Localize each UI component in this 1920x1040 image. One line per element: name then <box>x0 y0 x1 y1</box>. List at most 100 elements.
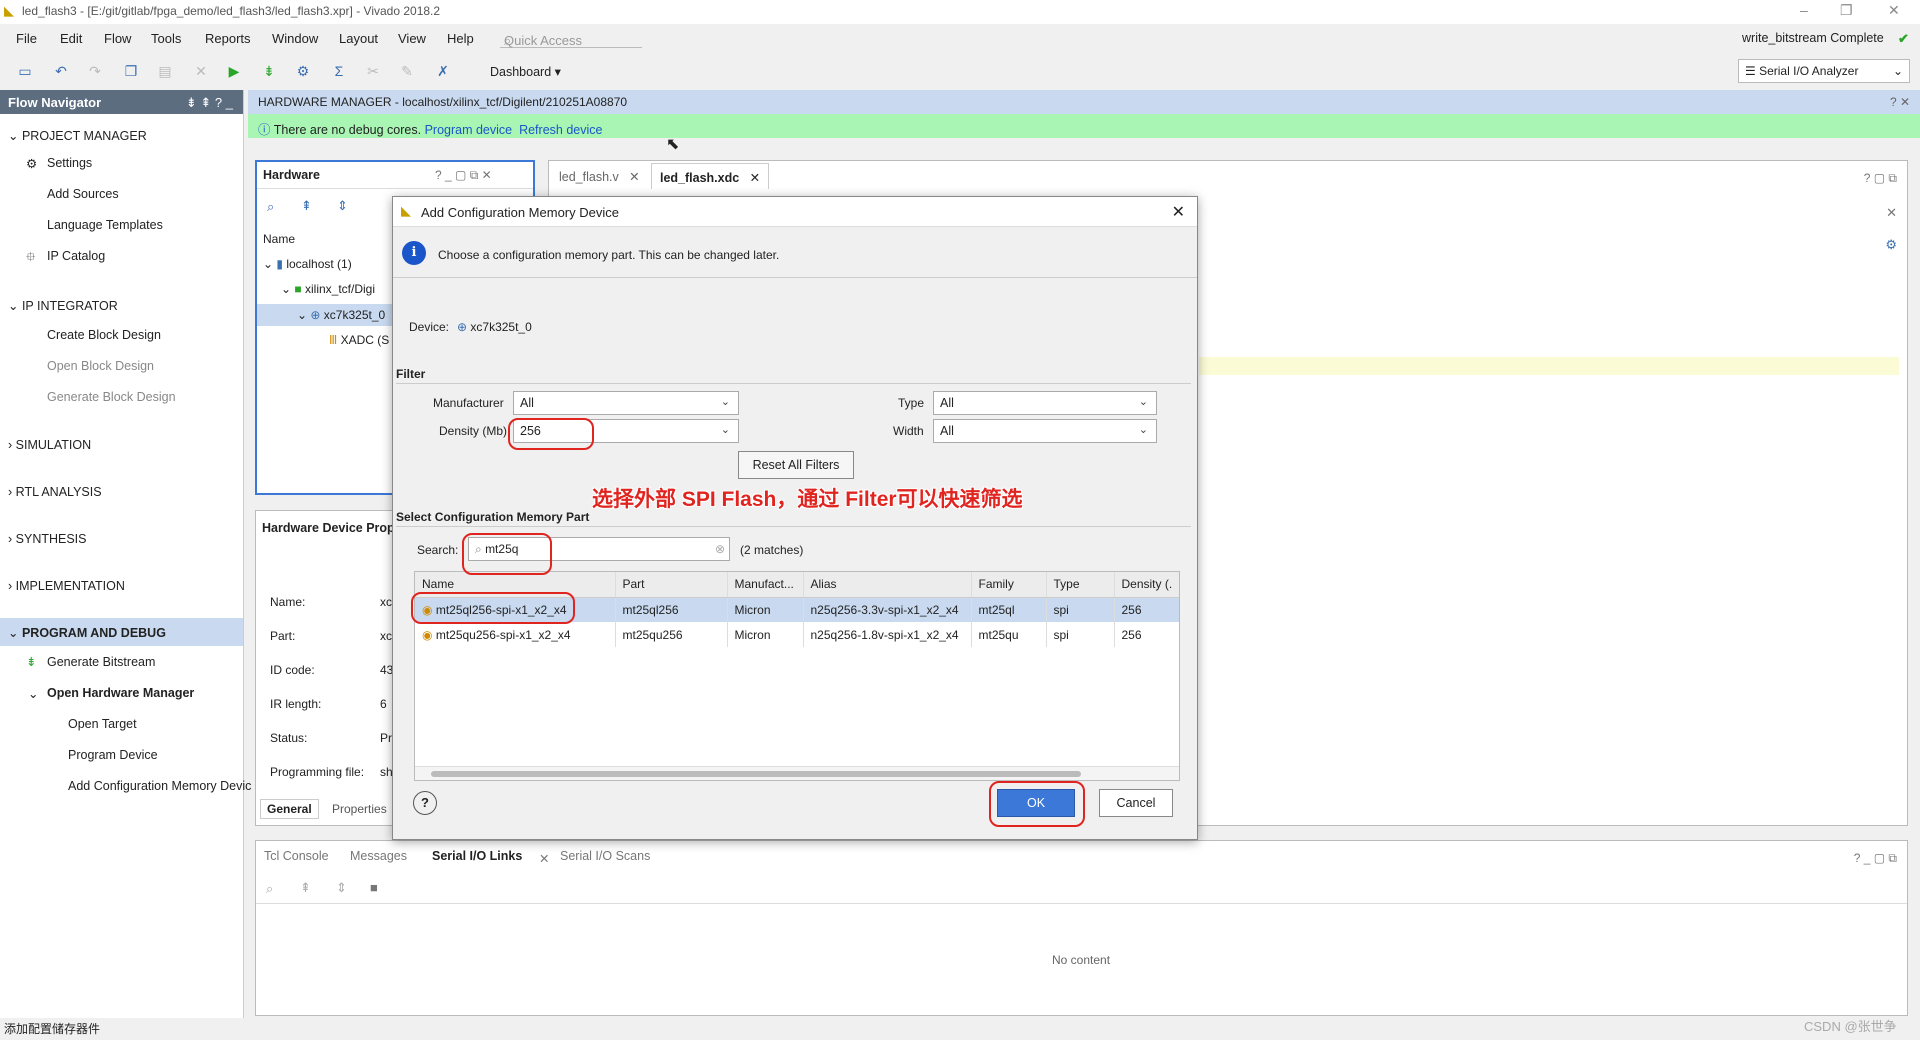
restore-icon[interactable]: ❐ <box>1840 2 1853 19</box>
tab-properties[interactable]: Properties <box>332 802 387 816</box>
cancel-button[interactable]: Cancel <box>1099 789 1173 817</box>
program-device-link[interactable]: Program device <box>425 123 513 137</box>
undo-icon[interactable]: ↶ <box>52 62 70 80</box>
reset-filters-button[interactable]: Reset All Filters <box>738 451 854 479</box>
section-simulation[interactable]: › SIMULATION <box>8 438 91 452</box>
close-icon[interactable]: ✕ <box>1888 2 1900 19</box>
dialog-close-icon[interactable]: ✕ <box>1172 202 1185 222</box>
status-bar-text: 添加配置储存器件 <box>4 1022 101 1036</box>
paste-icon[interactable]: ▤ <box>156 62 174 80</box>
redo-icon[interactable]: ↷ <box>86 62 104 80</box>
sigma-icon[interactable]: Σ <box>330 62 348 80</box>
minimize-icon[interactable]: – <box>1800 2 1808 18</box>
delete-icon[interactable]: ✕ <box>192 62 210 80</box>
tab-general[interactable]: General <box>260 799 319 819</box>
tree-localhost[interactable]: ⌄ ▮ localhost (1) <box>263 257 352 271</box>
section-rtl-analysis[interactable]: › RTL ANALYSIS <box>8 485 102 499</box>
menu-layout[interactable]: Layout <box>339 31 378 46</box>
layout-select[interactable]: ☰ Serial I/O Analyzer ⌄ <box>1738 59 1910 83</box>
filter-label: Filter <box>396 367 426 381</box>
tab-tcl-console[interactable]: Tcl Console <box>264 849 329 863</box>
refresh-device-link[interactable]: Refresh device <box>519 123 602 137</box>
menu-reports[interactable]: Reports <box>205 31 251 46</box>
nav-program-device[interactable]: Program Device <box>68 748 158 762</box>
menu-view[interactable]: View <box>398 31 426 46</box>
menu-help[interactable]: Help <box>447 31 474 46</box>
tab-serial-io-links[interactable]: Serial I/O Links <box>432 849 522 863</box>
tool-icon[interactable]: ✂ <box>364 62 382 80</box>
settings-icon[interactable]: ⚙ <box>294 62 312 80</box>
dashboard-button[interactable]: Dashboard ▾ <box>490 64 561 79</box>
nav-open-target[interactable]: Open Target <box>68 717 137 731</box>
nav-add-config-memory[interactable]: Add Configuration Memory Devic <box>68 779 251 793</box>
tab-led-flash-v[interactable]: led_flash.v ✕ <box>559 169 640 184</box>
tree-label: localhost (1) <box>286 257 352 271</box>
clear-icon[interactable]: ⊗ <box>715 542 725 556</box>
menu-flow[interactable]: Flow <box>104 31 131 46</box>
menu-tools[interactable]: Tools <box>151 31 181 46</box>
panel-controls-icon[interactable]: ? _ ▢ ⧉ <box>1854 851 1897 866</box>
col-manufacturer[interactable]: Manufact... <box>727 572 804 598</box>
nav-generate-block-design[interactable]: Generate Block Design <box>47 390 176 404</box>
col-family[interactable]: Family <box>971 572 1047 598</box>
run-icon[interactable]: ▶ <box>225 62 243 80</box>
cancel-run-icon[interactable]: ✗ <box>434 62 452 80</box>
manufacturer-select[interactable]: All ⌄ <box>513 391 739 415</box>
section-project-manager[interactable]: ⌄ PROJECT MANAGER <box>8 128 147 143</box>
nav-settings[interactable]: Settings <box>47 156 92 170</box>
help-icon[interactable]: ? <box>413 791 437 815</box>
panel-controls-icon[interactable]: ? ▢ ⧉ <box>1864 171 1897 186</box>
tab-messages[interactable]: Messages <box>350 849 407 863</box>
tree-xadc[interactable]: Ⅲ XADC (S <box>329 333 389 347</box>
gear-icon[interactable]: ⚙ <box>1885 237 1897 253</box>
nav-open-block-design[interactable]: Open Block Design <box>47 359 154 373</box>
close-icon[interactable]: ✕ <box>1886 205 1897 221</box>
panel-controls-icon[interactable]: ? _ ▢ ⧉ ✕ <box>435 168 492 183</box>
bitstream-icon[interactable]: ⇟ <box>260 62 278 80</box>
nav-create-block-design[interactable]: Create Block Design <box>47 328 161 342</box>
table-row[interactable]: ◉ mt25qu256-spi-x1_x2_x4 mt25qu256 Micro… <box>415 622 1179 647</box>
type-value: All <box>940 396 954 410</box>
menu-file[interactable]: File <box>16 31 37 46</box>
search-icon[interactable]: ⌕ <box>267 199 274 215</box>
quick-access-input[interactable]: ⌕ Quick Access <box>500 28 642 48</box>
tab-serial-io-scans[interactable]: Serial I/O Scans <box>560 849 650 863</box>
col-part[interactable]: Part <box>615 572 728 598</box>
section-program-and-debug[interactable]: ⌄ PROGRAM AND DEBUG <box>8 625 166 640</box>
col-alias[interactable]: Alias <box>803 572 972 598</box>
menu-edit[interactable]: Edit <box>60 31 82 46</box>
stop-icon[interactable]: ■ <box>370 880 378 895</box>
section-synthesis[interactable]: › SYNTHESIS <box>8 532 87 546</box>
width-select[interactable]: All ⌄ <box>933 419 1157 443</box>
tab-led-flash-xdc[interactable]: led_flash.xdc ✕ <box>651 163 770 189</box>
tree-target[interactable]: ⌄ ■ xilinx_tcf/Digi <box>281 282 375 296</box>
chevron-down-icon[interactable]: ⌄ <box>28 686 38 701</box>
close-icon[interactable]: ✕ <box>539 851 549 866</box>
col-density[interactable]: Density (. <box>1114 572 1179 598</box>
nav-generate-bitstream[interactable]: Generate Bitstream <box>47 655 155 669</box>
expand-icon[interactable]: ⇕ <box>336 880 347 896</box>
horizontal-scrollbar[interactable] <box>415 766 1179 780</box>
scrollbar-thumb[interactable] <box>431 771 1081 777</box>
section-implementation[interactable]: › IMPLEMENTATION <box>8 579 125 593</box>
panel-controls-icon[interactable]: ⇟ ⇞ ? _ <box>186 95 233 111</box>
search-icon[interactable]: ⌕ <box>266 881 273 897</box>
type-select[interactable]: All ⌄ <box>933 391 1157 415</box>
nav-add-sources[interactable]: Add Sources <box>47 187 119 201</box>
open-icon[interactable]: ▭ <box>16 62 34 80</box>
section-ip-integrator[interactable]: ⌄ IP INTEGRATOR <box>8 298 118 313</box>
pen-icon[interactable]: ✎ <box>398 62 416 80</box>
nav-language-templates[interactable]: Language Templates <box>47 218 163 232</box>
copy-icon[interactable]: ❐ <box>122 62 140 80</box>
menu-window[interactable]: Window <box>272 31 318 46</box>
close-icon[interactable]: ✕ <box>750 171 760 185</box>
expand-icon[interactable]: ⇕ <box>337 198 348 214</box>
col-type[interactable]: Type <box>1046 572 1115 598</box>
section-label: SIMULATION <box>15 438 92 452</box>
collapse-icon[interactable]: ⇞ <box>300 880 311 896</box>
nav-ip-catalog[interactable]: IP Catalog <box>47 249 105 263</box>
tree-device[interactable]: ⌄ ⊕ xc7k325t_0 <box>297 308 385 322</box>
collapse-icon[interactable]: ⇞ <box>301 198 312 214</box>
help-close-icon[interactable]: ? ✕ <box>1890 95 1910 109</box>
nav-open-hardware-manager[interactable]: Open Hardware Manager <box>47 686 194 700</box>
